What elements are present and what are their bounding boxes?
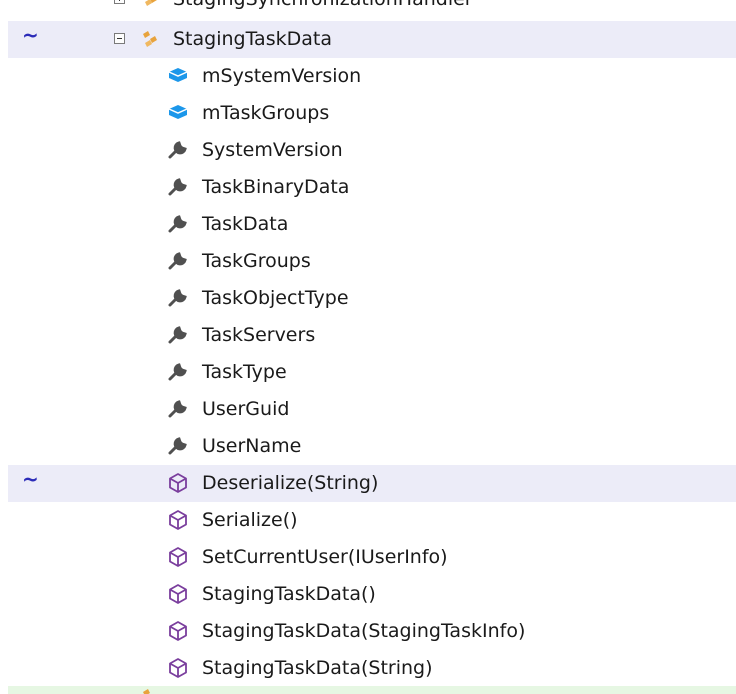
expand-toggle[interactable] [114, 0, 125, 4]
tree-row-method[interactable]: StagingTaskData(String) [0, 650, 736, 687]
tree-row-method[interactable]: ~ Deserialize(String) [8, 465, 736, 502]
tree-row-property[interactable]: TaskServers [0, 317, 736, 354]
class-icon [140, 0, 162, 10]
tree-row-property[interactable]: TaskType [0, 354, 736, 391]
tree-item-label: Serialize() [202, 509, 298, 531]
tree-row-method[interactable]: StagingTaskData(StagingTaskInfo) [0, 613, 736, 650]
tree-item-label: StagingSynchronizationHandler [173, 0, 473, 10]
tree-item-label: mTaskGroups [202, 102, 330, 124]
tree-row-staging-synchronization-handler[interactable]: StagingSynchronizationHandler [0, 0, 736, 18]
method-cube-icon [167, 509, 189, 531]
tree-row-property[interactable]: SystemVersion [0, 132, 736, 169]
wrench-icon [167, 398, 189, 420]
tree-item-label: UserGuid [202, 398, 290, 420]
tree-item-label: SystemVersion [202, 139, 343, 161]
change-marker: ~ [22, 23, 39, 47]
tree-item-label: TaskServers [202, 324, 316, 346]
tree-item-label: StagingTaskData(StagingTaskInfo) [202, 620, 526, 642]
wrench-icon [167, 287, 189, 309]
tree-row-property[interactable]: UserGuid [0, 391, 736, 428]
tree-item-label: StagingTaskData(String) [202, 657, 433, 679]
member-tree: StagingSynchronizationHandler ~ StagingT… [0, 0, 736, 694]
field-icon [167, 65, 189, 87]
method-cube-icon [167, 472, 189, 494]
tree-item-label: TaskObjectType [202, 287, 349, 309]
tree-row-property[interactable]: TaskData [0, 206, 736, 243]
method-cube-icon [167, 620, 189, 642]
method-cube-icon [167, 546, 189, 568]
tree-row-property[interactable]: TaskObjectType [0, 280, 736, 317]
wrench-icon [167, 176, 189, 198]
class-icon [140, 28, 162, 50]
wrench-icon [167, 139, 189, 161]
tree-row-field[interactable]: mTaskGroups [0, 95, 736, 132]
collapse-toggle[interactable] [114, 33, 125, 44]
field-icon [167, 102, 189, 124]
tree-item-label: StagingTaskData() [202, 583, 376, 605]
tree-row-method[interactable]: StagingTaskData() [0, 576, 736, 613]
tree-row-method[interactable]: Serialize() [0, 502, 736, 539]
class-icon [140, 686, 162, 694]
tree-item-label: TaskGroups [202, 250, 311, 272]
method-cube-icon [167, 583, 189, 605]
wrench-icon [167, 213, 189, 235]
tree-row-property[interactable]: TaskGroups [0, 243, 736, 280]
change-marker: ~ [22, 467, 39, 491]
wrench-icon [167, 361, 189, 383]
tree-item-label: mSystemVersion [202, 65, 362, 87]
tree-row-property[interactable]: TaskBinaryData [0, 169, 736, 206]
wrench-icon [167, 250, 189, 272]
tree-item-label: TaskBinaryData [202, 176, 350, 198]
tree-row-field[interactable]: mSystemVersion [0, 58, 736, 95]
tree-item-label: Deserialize(String) [202, 472, 379, 494]
tree-item-label: TaskType [202, 361, 287, 383]
tree-row-property[interactable]: UserName [0, 428, 736, 465]
method-cube-icon [167, 657, 189, 679]
tree-row-added-partial[interactable] [8, 686, 736, 694]
tree-item-label: SetCurrentUser(IUserInfo) [202, 546, 448, 568]
tree-row-method[interactable]: SetCurrentUser(IUserInfo) [0, 539, 736, 576]
tree-item-label: UserName [202, 435, 302, 457]
tree-item-label: StagingTaskData [173, 28, 332, 50]
wrench-icon [167, 324, 189, 346]
tree-row-staging-task-data[interactable]: ~ StagingTaskData [8, 21, 736, 58]
wrench-icon [167, 435, 189, 457]
tree-item-label: TaskData [202, 213, 289, 235]
